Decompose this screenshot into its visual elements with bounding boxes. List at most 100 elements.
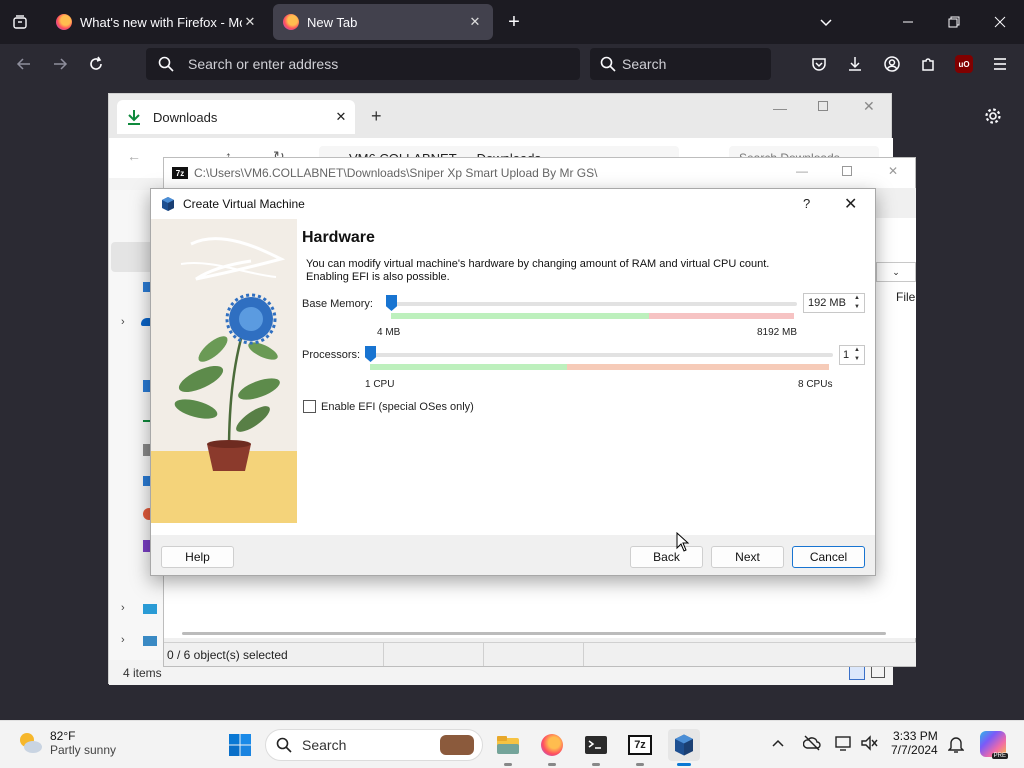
base-memory-spinbox[interactable]: 192 MB ▲ ▼ xyxy=(803,293,865,313)
path-dropdown-chevron-icon[interactable]: ⌄ xyxy=(876,262,916,282)
copilot-icon[interactable]: PRE xyxy=(980,731,1008,759)
7zip-logo-icon: 7z xyxy=(628,735,652,755)
ublock-origin-icon[interactable]: uO xyxy=(948,48,980,80)
volume-muted-icon[interactable] xyxy=(860,735,878,754)
clock[interactable]: 3:33 PM 7/7/2024 xyxy=(891,729,938,757)
this-pc-icon[interactable] xyxy=(143,604,157,614)
firefox-favicon-icon xyxy=(283,14,299,30)
hamburger-menu-icon[interactable] xyxy=(984,48,1016,80)
account-icon[interactable] xyxy=(876,48,908,80)
search-bar[interactable]: Search xyxy=(590,48,771,80)
maximize-icon[interactable] xyxy=(818,101,828,111)
base-memory-slider-handle[interactable] xyxy=(386,295,397,311)
url-bar[interactable]: Search or enter address xyxy=(146,48,580,80)
search-icon xyxy=(600,56,616,72)
base-memory-slider-track[interactable] xyxy=(387,302,797,306)
close-dialog-icon[interactable]: ✕ xyxy=(844,194,857,214)
close-tab-icon[interactable]: ✕ xyxy=(242,14,258,30)
taskbar-file-explorer-icon[interactable] xyxy=(492,729,524,766)
tab-whats-new[interactable]: What's new with Firefox - More ✕ xyxy=(46,4,268,40)
copilot-preview-badge: PRE xyxy=(991,753,1008,759)
tab-new-tab[interactable]: New Tab ✕ xyxy=(273,4,493,40)
7zip-title-bar: 7z C:\Users\VM6.COLLABNET\Downloads\Snip… xyxy=(164,158,915,188)
enable-efi-row[interactable]: Enable EFI (special OSes only) xyxy=(303,400,474,413)
spin-arrows-icon[interactable]: ▲ ▼ xyxy=(851,295,863,311)
expand-chevron-icon[interactable]: › xyxy=(121,602,125,614)
extensions-puzzle-icon[interactable] xyxy=(912,48,944,80)
tab-title: New Tab xyxy=(307,14,358,30)
minimize-icon[interactable]: — xyxy=(773,100,787,116)
memory-max-label: 8192 MB xyxy=(757,327,798,338)
back-arrow-icon[interactable]: ← xyxy=(127,148,141,164)
notifications-bell-icon[interactable] xyxy=(947,735,965,756)
network-icon[interactable] xyxy=(834,735,852,754)
back-arrow-icon[interactable] xyxy=(8,48,40,80)
forward-arrow-icon[interactable] xyxy=(44,48,76,80)
status-cell xyxy=(384,643,484,666)
processors-danger-zone xyxy=(567,364,829,370)
close-tab-icon[interactable]: ✕ xyxy=(467,14,483,30)
next-button[interactable]: Next xyxy=(711,546,784,568)
column-header-file[interactable]: File xyxy=(896,290,915,304)
new-tab-button[interactable]: + xyxy=(371,106,382,127)
7zip-status-bar: 0 / 6 object(s) selected xyxy=(164,642,916,666)
clock-date: 7/7/2024 xyxy=(891,743,938,757)
pocket-icon[interactable] xyxy=(803,48,835,80)
close-window-icon[interactable]: ✕ xyxy=(863,98,875,115)
maximize-icon[interactable] xyxy=(842,166,852,176)
restore-icon[interactable] xyxy=(938,6,970,38)
enable-efi-label[interactable]: Enable EFI (special OSes only) xyxy=(321,401,474,413)
onedrive-sync-icon[interactable] xyxy=(802,735,821,754)
network-icon[interactable] xyxy=(143,636,157,646)
ublock-badge: uO xyxy=(955,55,973,73)
help-button[interactable]: Help xyxy=(161,546,234,568)
list-all-tabs-chevron-icon[interactable] xyxy=(810,6,842,38)
firefox-toolbar: Search or enter address Search uO xyxy=(0,44,1024,85)
taskbar-firefox-icon[interactable] xyxy=(536,729,568,766)
expand-chevron-icon[interactable]: › xyxy=(121,634,125,646)
minimize-icon[interactable]: — xyxy=(796,164,808,178)
firefox-tab-bar: What's new with Firefox - More ✕ New Tab… xyxy=(0,0,1024,44)
expand-chevron-icon[interactable]: › xyxy=(121,316,125,328)
taskbar-search-box[interactable]: Search xyxy=(265,729,483,761)
processors-max-label: 8 CPUs xyxy=(798,379,833,390)
spin-arrows-icon[interactable]: ▲ ▼ xyxy=(851,347,863,363)
firefox-favicon-icon xyxy=(56,14,72,30)
taskbar-virtualbox-icon[interactable] xyxy=(668,729,700,766)
processors-slider-track[interactable] xyxy=(367,353,833,357)
processors-slider-handle[interactable] xyxy=(365,346,376,362)
processors-spinbox[interactable]: 1 ▲ ▼ xyxy=(839,345,865,365)
start-windows-icon[interactable] xyxy=(224,729,256,761)
back-button[interactable]: Back xyxy=(630,546,703,568)
virtualbox-cube-icon xyxy=(162,197,174,211)
base-memory-label: Base Memory: xyxy=(302,298,373,310)
horizontal-scrollbar[interactable] xyxy=(182,632,886,635)
plant-illustration xyxy=(151,219,297,523)
weather-condition: Partly sunny xyxy=(50,743,117,757)
minimize-icon[interactable] xyxy=(892,6,924,38)
new-tab-button[interactable]: + xyxy=(498,6,530,38)
status-cell xyxy=(484,643,584,666)
enable-efi-checkbox[interactable] xyxy=(303,400,316,413)
url-placeholder: Search or enter address xyxy=(188,56,339,72)
weather-widget[interactable]: 82°F Partly sunny xyxy=(16,729,116,757)
explorer-tab-downloads[interactable]: Downloads ✕ xyxy=(117,100,355,134)
close-tab-icon[interactable]: ✕ xyxy=(327,109,355,125)
settings-gear-icon[interactable] xyxy=(977,100,1009,132)
memory-safe-zone xyxy=(391,313,649,319)
windows-taskbar: 82°F Partly sunny Search 7z 3:33 PM 7/7/… xyxy=(0,720,1024,768)
memory-min-label: 4 MB xyxy=(377,327,401,338)
clock-time: 3:33 PM xyxy=(893,729,938,743)
show-hidden-icons-chevron-icon[interactable] xyxy=(771,736,785,753)
firefox-logo-icon xyxy=(541,734,563,756)
mouse-cursor-icon xyxy=(676,532,690,552)
tab-list-icon[interactable] xyxy=(4,6,36,38)
help-question-icon[interactable]: ? xyxy=(803,196,810,211)
taskbar-terminal-icon[interactable] xyxy=(580,729,612,766)
cancel-button[interactable]: Cancel xyxy=(792,546,865,568)
taskbar-7zip-icon[interactable]: 7z xyxy=(624,729,656,766)
downloads-icon[interactable] xyxy=(839,48,871,80)
close-window-icon[interactable]: ✕ xyxy=(888,164,898,178)
reload-icon[interactable] xyxy=(80,48,112,80)
close-window-icon[interactable] xyxy=(984,6,1016,38)
